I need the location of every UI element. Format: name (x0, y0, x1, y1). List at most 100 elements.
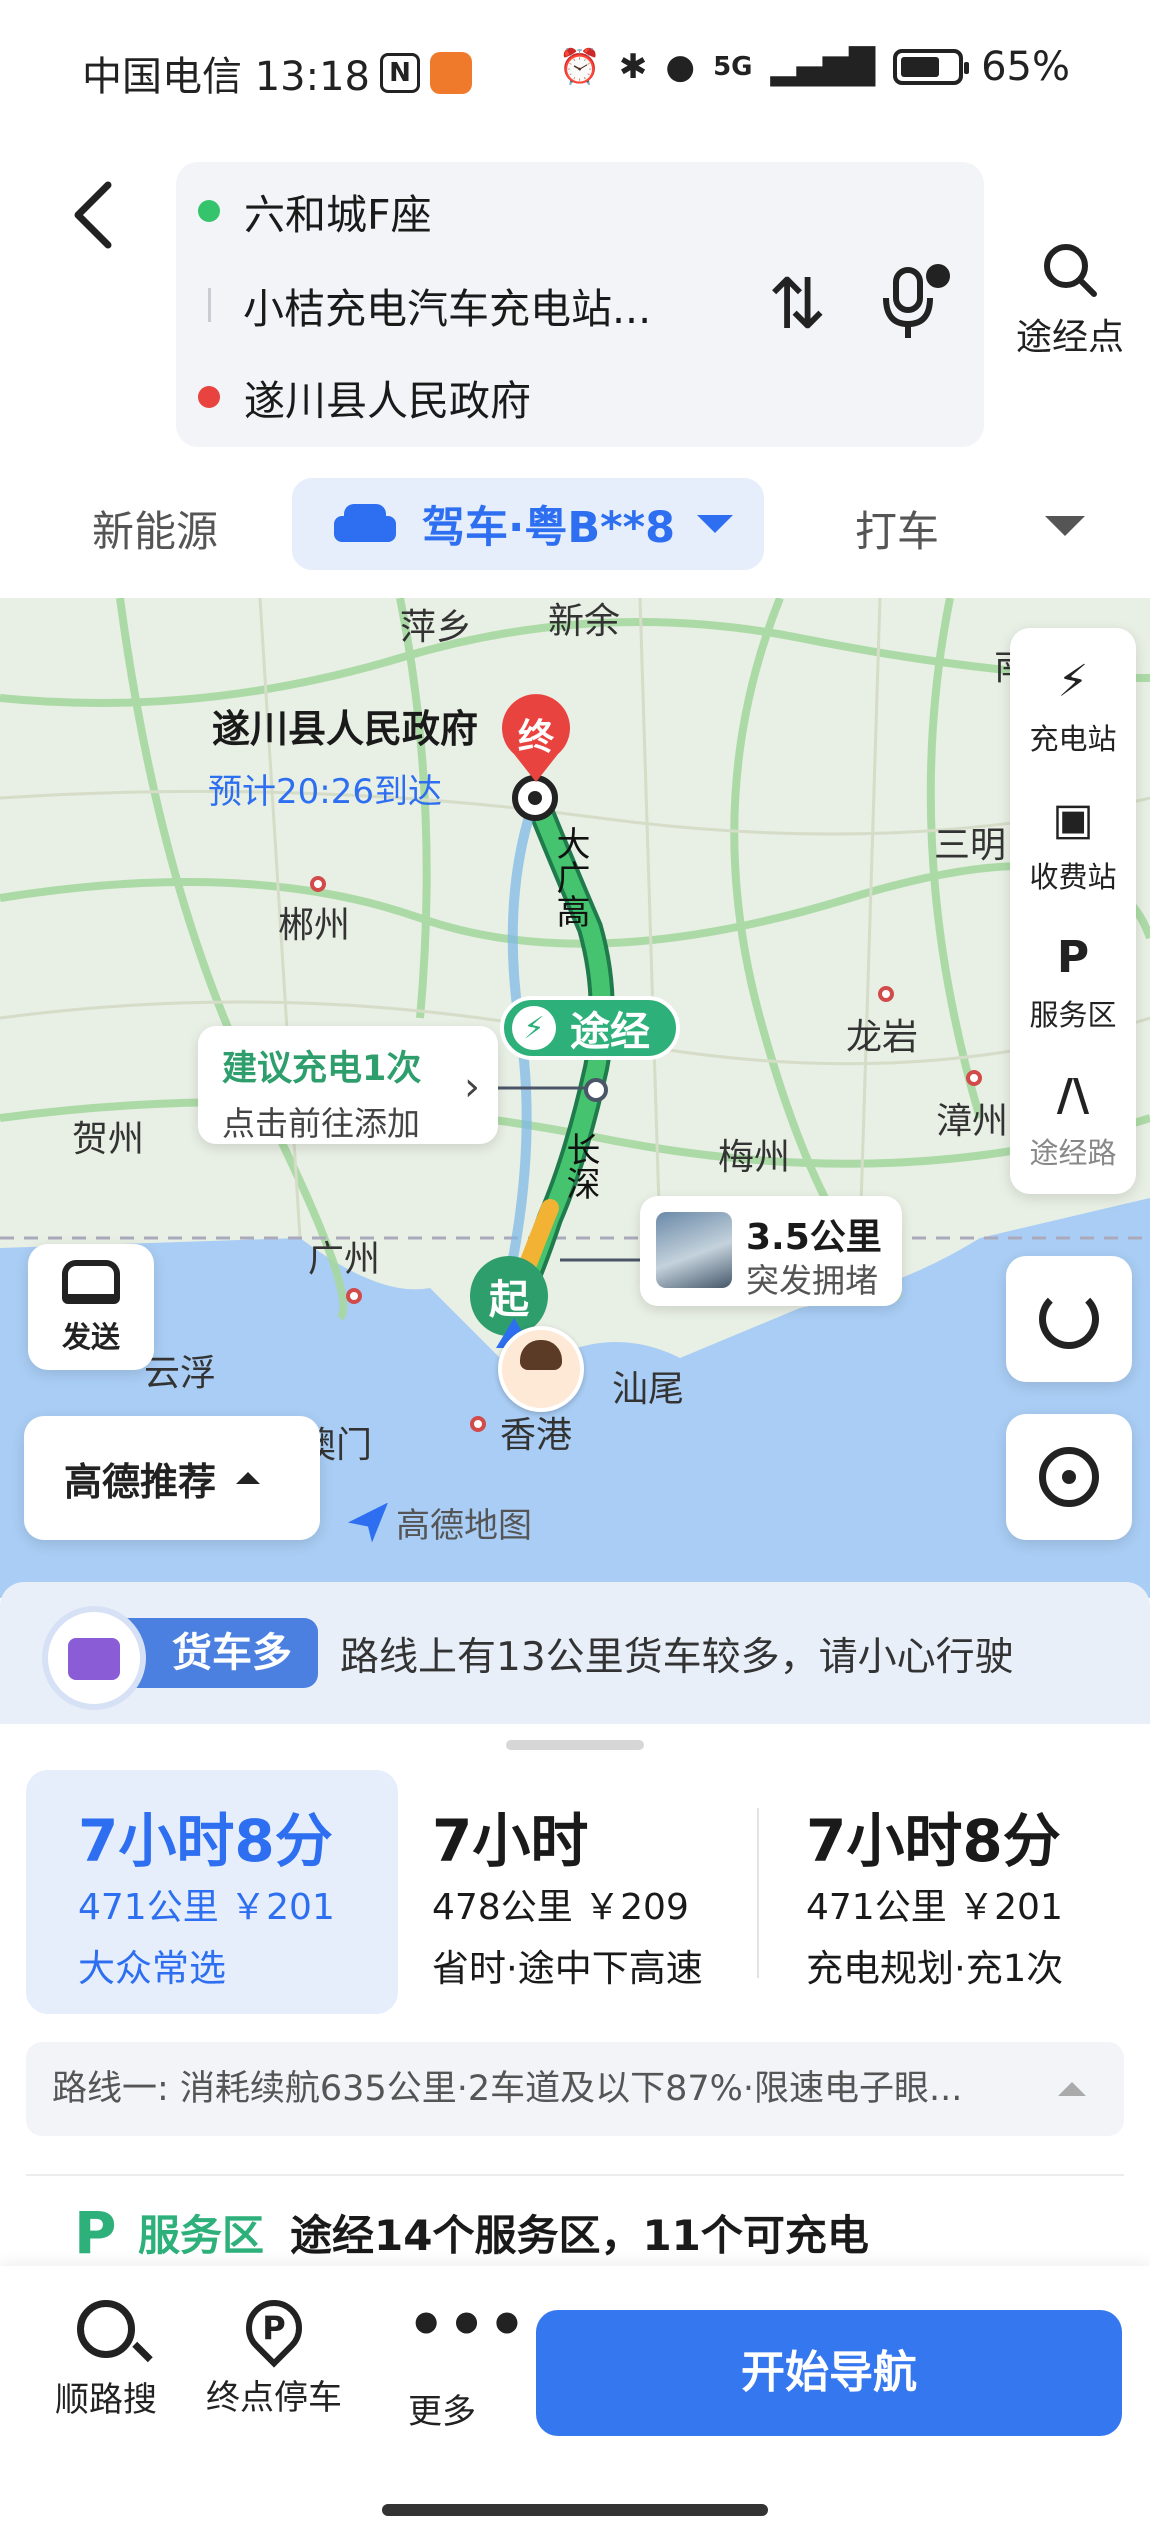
service-area-label: 服务区 (138, 2211, 265, 2260)
map-city-label: 新余 (548, 601, 621, 642)
route-option-1[interactable]: 7小时8分 471公里 ￥201 大众常选 (26, 1770, 398, 2014)
battery-icon (893, 49, 970, 85)
destination-dot-icon (198, 386, 220, 408)
charge-suggestion-subtitle: 点击前往添加 (222, 1104, 420, 1143)
sidebar-item-label: 充电站 (1029, 722, 1117, 756)
more-label: 更多 (408, 2392, 476, 2432)
locate-me-button[interactable] (1006, 1414, 1132, 1540)
sidebar-item-toll-station[interactable]: ▣ 收费站 (1010, 792, 1136, 896)
refresh-button[interactable] (1006, 1256, 1132, 1382)
amap-logo-icon (348, 1502, 388, 1543)
city-dot-icon (346, 1288, 362, 1304)
route-option-2[interactable]: 7小时 478公里 ￥209 省时·途中下高速 (398, 1770, 756, 2014)
sidebar-item-via-road[interactable]: /\ 途经路 (1010, 1068, 1136, 1172)
swap-icon[interactable]: ⇅ (768, 264, 827, 344)
city-dot-icon (470, 1416, 486, 1432)
map-city-label: 漳州 (936, 1101, 1009, 1142)
destination-field[interactable]: 遂川县人民政府 (176, 352, 531, 442)
origin-field[interactable]: 六和城F座 (176, 166, 432, 256)
route-detail-text: 路线一: 消耗续航635公里·2车道及以下87%·限速电子眼... (52, 2069, 963, 2109)
route-distance-cost: 478公里 ￥209 (432, 1887, 689, 1928)
map-logo-text: 高德地图 (396, 1506, 532, 1546)
service-area-summary: 途经14个服务区，11个可充电 (290, 2211, 869, 2260)
route-option-3[interactable]: 7小时8分 471公里 ￥201 充电规划·充1次 (760, 1770, 1140, 2014)
route-divider (757, 1808, 759, 1978)
mic-svg (883, 264, 950, 338)
home-indicator[interactable] (382, 2504, 768, 2516)
nfc-icon: N (380, 53, 420, 93)
send-to-car-button[interactable]: 发送 (28, 1244, 154, 1370)
waypoint-field[interactable]: 小桔充电汽车充电站... (176, 260, 651, 350)
end-pin-icon[interactable]: 终 (496, 694, 576, 784)
destination-text: 遂川县人民政府 (244, 377, 531, 425)
tab-drive[interactable]: 驾车·粤B**8 (292, 478, 764, 570)
chevron-up-icon (1058, 2082, 1086, 2096)
map-view[interactable]: 萍乡 新余 郴州 三明 龙岩 贺州 梅州 漳州 广州 云浮 汕尾 澳门 香港 南… (0, 598, 1150, 1598)
car-icon (334, 504, 396, 544)
lightning-icon: ⚡ (512, 1006, 556, 1050)
map-city-label: 梅州 (718, 1137, 791, 1178)
toll-station-icon: ▣ (1052, 794, 1094, 845)
search-along-label: 顺路搜 (55, 2380, 157, 2420)
map-city-label: 汕尾 (612, 1369, 685, 1410)
end-pin-label: 终 (517, 717, 554, 758)
charge-suggestion-card[interactable]: 建议充电1次 点击前往添加 › (198, 1026, 498, 1144)
send-label: 发送 (61, 1320, 120, 1354)
route-distance-cost: 471公里 ￥201 (806, 1887, 1063, 1928)
bottom-action-bar: 顺路搜 P 终点停车 ••• 更多 开始导航 (0, 2266, 1150, 2547)
tab-taxi[interactable]: 打车 (855, 498, 939, 559)
origin-text: 六和城F座 (244, 191, 432, 239)
destination-parking-button[interactable]: P 终点停车 (204, 2288, 344, 2419)
section-divider (26, 2174, 1124, 2176)
user-avatar[interactable] (498, 1326, 584, 1412)
route-detail-summary[interactable]: 路线一: 消耗续航635公里·2车道及以下87%·限速电子眼... (26, 2042, 1124, 2136)
tab-new-energy[interactable]: 新能源 (92, 498, 218, 559)
map-city-label: 香港 (500, 1415, 573, 1456)
charging-station-icon: ⚡ (1057, 656, 1089, 707)
sidebar-item-label: 服务区 (1029, 998, 1117, 1032)
map-city-label: 贺州 (72, 1119, 145, 1160)
bluetooth-icon: ✱ (618, 47, 648, 87)
chevron-down-icon (697, 515, 734, 533)
waypoint-bar-icon (208, 288, 211, 322)
battery-level: 65% (981, 44, 1070, 90)
origin-dot-icon (198, 200, 220, 222)
start-navigation-button[interactable]: 开始导航 (536, 2310, 1122, 2436)
waypoint-text: 小桔充电汽车充电站... (243, 285, 652, 333)
waypoint-charging-chip[interactable]: ⚡ 途经 (500, 996, 680, 1060)
back-button[interactable] (68, 175, 128, 255)
destination-eta: 预计20:26到达 (208, 772, 442, 812)
start-navigation-label: 开始导航 (741, 2347, 917, 2398)
search-along-route-button[interactable]: 顺路搜 (36, 2300, 176, 2421)
locate-icon (1039, 1447, 1099, 1507)
map-city-label: 三明 (934, 825, 1007, 866)
network-type: 5G (713, 52, 753, 82)
map-city-label: 广州 (308, 1239, 381, 1280)
sidebar-item-charging-station[interactable]: ⚡ 充电站 (1010, 654, 1136, 758)
more-button[interactable]: ••• 更多 (372, 2290, 529, 2433)
route-tag: 省时·途中下高速 (432, 1947, 703, 1990)
route-tag: 大众常选 (78, 1947, 226, 1990)
tab-drive-label: 驾车·粤B**8 (422, 503, 676, 553)
traffic-jam-card[interactable]: 3.5公里 突发拥堵 (640, 1196, 902, 1306)
search-icon (1040, 240, 1100, 300)
more-dots-icon: ••• (407, 2290, 529, 2360)
waypoint-button-label: 途经点 (1015, 317, 1124, 358)
map-logo: 高德地图 (348, 1498, 532, 1547)
refresh-icon (1039, 1289, 1099, 1349)
microphone-icon[interactable] (876, 262, 950, 342)
service-area-row[interactable]: P 服务区 途经14个服务区，11个可充电 (74, 2202, 869, 2263)
truck-notice-banner[interactable]: 货车多 路线上有13公里货车较多，请小心行驶 (0, 1582, 1150, 1724)
service-area-icon: P (1056, 932, 1090, 983)
map-layer-sidebar: ⚡ 充电站 ▣ 收费站 P 服务区 /\ 途经路 (1010, 628, 1136, 1194)
alarm-icon: ⏰ (558, 47, 601, 87)
sheet-drag-handle[interactable] (506, 1740, 644, 1750)
sidebar-item-service-area[interactable]: P 服务区 (1010, 930, 1136, 1034)
more-modes-chevron-icon[interactable] (1045, 516, 1085, 536)
jam-distance: 3.5公里 (746, 1217, 882, 1258)
map-city-label: 云浮 (144, 1353, 217, 1394)
add-waypoint-button[interactable]: 途经点 (1000, 240, 1140, 360)
truck-icon (42, 1606, 146, 1710)
route-distance-cost: 471公里 ￥201 (78, 1887, 335, 1928)
route-preference-button[interactable]: 高德推荐 (24, 1416, 320, 1540)
